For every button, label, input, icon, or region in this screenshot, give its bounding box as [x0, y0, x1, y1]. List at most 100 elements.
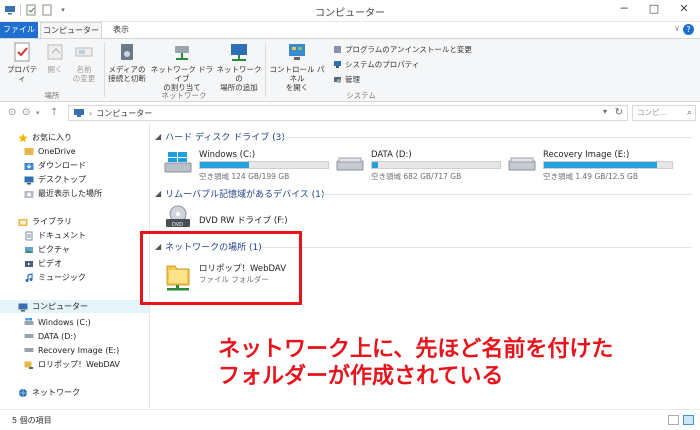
control-panel-button[interactable]: コントロール パネル を開く — [266, 41, 328, 92]
nav-drive-c[interactable]: Windows (C:) — [24, 317, 91, 327]
map-network-drive-button[interactable]: ネットワーク ドライブ の割り当て — [150, 41, 214, 92]
nav-webdav[interactable]: ロリポップ！WebDAV — [24, 359, 120, 370]
up-button[interactable]: ↑ — [50, 107, 58, 118]
maximize-button[interactable]: □ — [644, 2, 664, 15]
rename-icon — [75, 47, 93, 57]
nav-label: DATA (D:) — [38, 331, 77, 341]
nav-label: ネットワーク — [32, 388, 80, 397]
music-icon — [25, 272, 33, 282]
nav-desktop[interactable]: デスクトップ — [24, 174, 86, 185]
refresh-icon[interactable]: ↻ — [615, 107, 623, 118]
nav-drive-d[interactable]: DATA (D:) — [24, 331, 76, 341]
properties-icon — [14, 42, 30, 62]
library-icon — [18, 218, 28, 226]
drive-icon — [24, 348, 34, 352]
section-divider — [277, 137, 692, 138]
back-button[interactable]: ⊙ — [8, 107, 16, 118]
minimize-button[interactable]: ─ — [614, 2, 634, 15]
nav-label: Recovery Image (E:) — [38, 345, 120, 355]
item-count: 5 個の項目 — [12, 416, 52, 425]
section-divider — [319, 194, 692, 195]
nav-label: ドキュメント — [38, 231, 86, 240]
breadcrumb[interactable]: コンピューター — [96, 108, 152, 119]
address-bar[interactable]: › コンピューター ▾ ↻ — [68, 105, 628, 121]
section-hard-drives[interactable]: ◢ ハード ディスク ドライブ (3) — [155, 130, 285, 143]
nav-recent-places[interactable]: 最近表示した場所 — [24, 188, 102, 199]
recent-locations-dropdown[interactable]: ▾ — [36, 109, 40, 117]
rename-button[interactable]: 名前 の変更 — [70, 41, 98, 83]
network-folder-icon — [24, 361, 33, 369]
drive-icon — [508, 157, 536, 171]
search-box[interactable]: コンピ... ⌕ — [632, 105, 696, 121]
group-system-label: システム — [346, 91, 376, 100]
drive-free-space: 空き領域 124 GB/199 GB — [199, 172, 290, 181]
details-view-button[interactable] — [668, 415, 679, 425]
tab-computer[interactable]: コンピューター — [40, 22, 102, 38]
uninstall-programs-button[interactable]: プログラムのアンインストールと変更 — [333, 44, 472, 55]
nav-onedrive[interactable]: OneDrive — [24, 146, 76, 156]
collapse-icon[interactable]: ◢ — [155, 132, 161, 141]
nav-documents[interactable]: ドキュメント — [24, 230, 86, 241]
ribbon-group-separator — [104, 43, 105, 97]
nav-label: お気に入り — [32, 133, 72, 142]
manage-button[interactable]: 管理 — [333, 74, 360, 85]
nav-pictures[interactable]: ピクチャ — [24, 244, 70, 255]
nav-label: ビデオ — [38, 259, 62, 268]
drive-usage-fill — [200, 162, 249, 168]
access-media-label-2: 接続と切断 — [108, 74, 146, 83]
manage-icon — [334, 77, 341, 83]
uninstall-icon — [334, 46, 341, 53]
nav-network[interactable]: ネットワーク — [18, 387, 80, 398]
tab-view[interactable]: 表示 — [104, 22, 138, 38]
forward-button[interactable]: ⊙ — [22, 107, 30, 118]
nav-favorites[interactable]: お気に入り — [18, 132, 72, 143]
nav-downloads[interactable]: ダウンロード — [24, 160, 86, 171]
search-icon[interactable]: ⌕ — [687, 106, 692, 120]
nav-music[interactable]: ミュージック — [24, 272, 86, 283]
address-row: ⊙ ⊙ ▾ ↑ › コンピューター ▾ ↻ コンピ... ⌕ — [0, 102, 700, 124]
group-network-label: ネットワーク — [161, 91, 207, 100]
tab-file[interactable]: ファイル — [0, 22, 38, 38]
windows-drive-icon — [24, 318, 34, 325]
document-icon — [25, 231, 33, 240]
add-network-location-button[interactable]: ネットワークの 場所の追加 — [214, 41, 264, 92]
drive-name: DVD RW ドライブ (F:) — [199, 216, 288, 226]
properties-button[interactable]: プロパティ — [4, 41, 40, 83]
drive-icon — [336, 157, 364, 171]
section-removable[interactable]: ◢ リムーバブル記憶域があるデバイス (1) — [155, 187, 324, 200]
nav-computer[interactable]: コンピューター — [0, 300, 149, 313]
breadcrumb-chevron-icon: › — [89, 108, 93, 118]
status-bar: 5 個の項目 — [0, 409, 700, 430]
search-input[interactable]: コンピ... — [637, 108, 667, 117]
dvd-drive[interactable]: DVD DVD RW ドライブ (F:) — [163, 204, 343, 234]
rename-label-1: 名前 — [76, 65, 92, 74]
highlight-box — [140, 231, 302, 305]
section-title: ハード ディスク ドライブ (3) — [165, 133, 285, 143]
drive-free-space: 空き領域 1.49 GB/12.5 GB — [543, 172, 638, 181]
ribbon-collapse-button[interactable]: ∨ — [674, 24, 680, 33]
network-drive-icon — [175, 46, 189, 60]
nav-drive-e[interactable]: Recovery Image (E:) — [24, 345, 119, 355]
tiles-view-button[interactable] — [683, 415, 694, 425]
help-icon[interactable]: ? — [683, 24, 694, 35]
drive-e[interactable]: Recovery Image (E:) 空き領域 1.49 GB/12.5 GB — [507, 150, 692, 184]
open-button[interactable]: 開く — [42, 41, 68, 74]
windows-drive-icon — [164, 152, 192, 173]
network-location-icon — [231, 44, 247, 61]
nav-libraries[interactable]: ライブラリ — [18, 216, 72, 227]
annotation-text: ネットワーク上に、先ほど名前を付けた フォルダーが作成されている — [218, 337, 614, 389]
drive-free-space: 空き領域 682 GB/717 GB — [371, 172, 462, 181]
access-media-button[interactable]: メディアの 接続と切断 — [106, 41, 148, 83]
drive-d[interactable]: DATA (D:) 空き領域 682 GB/717 GB — [335, 150, 515, 184]
nav-label: ロリポップ！WebDAV — [38, 360, 120, 369]
drive-c[interactable]: Windows (C:) 空き領域 124 GB/199 GB — [163, 150, 343, 184]
address-dropdown-icon[interactable]: ▾ — [603, 107, 607, 116]
nav-label: OneDrive — [38, 146, 76, 156]
nav-videos[interactable]: ビデオ — [24, 258, 62, 269]
system-properties-button[interactable]: システムのプロパティ — [333, 59, 419, 70]
nav-label: ミュージック — [38, 273, 86, 282]
close-button[interactable]: ✕ — [674, 2, 694, 15]
collapse-icon[interactable]: ◢ — [155, 189, 161, 198]
nav-label: コンピューター — [32, 302, 88, 311]
system-properties-label: システムのプロパティ — [345, 60, 420, 69]
